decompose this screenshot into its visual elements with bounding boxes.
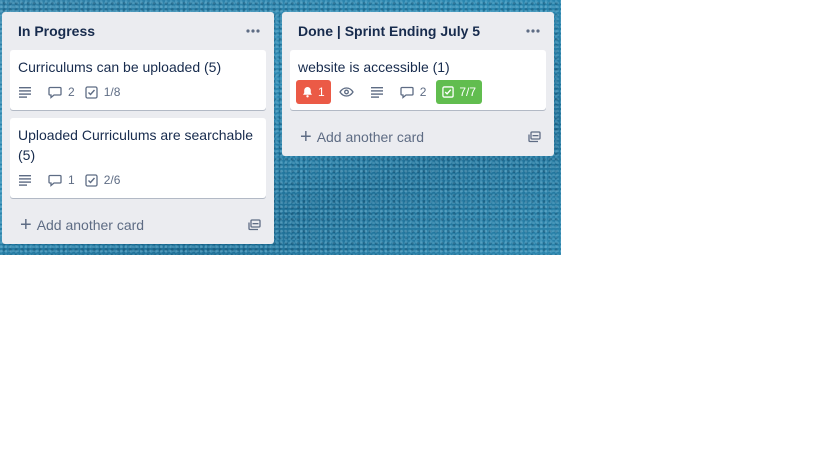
comment-icon (48, 174, 62, 187)
list-title[interactable]: In Progress (18, 23, 95, 39)
comment-icon (48, 86, 62, 99)
add-card-button[interactable]: + Add another card (20, 215, 144, 235)
checklist-icon (85, 85, 98, 99)
plus-icon: + (300, 126, 312, 148)
card-title: Uploaded Curriculums are searchable (5) (18, 127, 254, 163)
ellipsis-icon[interactable] (240, 18, 266, 44)
checklist-count: 7/7 (459, 85, 477, 99)
card[interactable]: website is accessible (1) 1 2 7/7 (290, 50, 546, 110)
comment-count: 2 (68, 85, 75, 99)
watching-badge (338, 87, 360, 97)
comments-badge: 2 (48, 84, 75, 100)
add-card-row: + Add another card (2, 206, 274, 244)
bell-icon (303, 87, 312, 98)
card-badges: 1 2/6 (18, 168, 258, 192)
card[interactable]: Uploaded Curriculums are searchable (5) … (10, 118, 266, 198)
card-template-icon[interactable] (246, 217, 262, 233)
checklist-badge: 2/6 (85, 172, 121, 188)
add-card-row: + Add another card (282, 118, 554, 156)
checklist-count: 1/8 (103, 85, 121, 99)
card-title: Curriculums can be uploaded (5) (18, 59, 222, 75)
description-badge (18, 86, 38, 98)
add-card-label: Add another card (36, 217, 145, 233)
eye-icon (338, 87, 354, 97)
notification-count: 1 (318, 85, 325, 99)
comment-count: 1 (68, 173, 75, 187)
card[interactable]: Curriculums can be uploaded (5) 2 1/8 (10, 50, 266, 110)
plus-icon: + (20, 214, 32, 236)
comments-badge: 2 (400, 84, 427, 100)
card-template-icon[interactable] (526, 129, 542, 145)
checklist-badge: 1/8 (85, 84, 121, 100)
card-badges: 2 1/8 (18, 80, 258, 104)
description-badge (370, 86, 390, 98)
card-badges: 1 2 7/7 (296, 80, 538, 104)
comment-count: 2 (419, 85, 427, 99)
list-header: In Progress (2, 12, 274, 50)
checklist-count: 2/6 (103, 173, 121, 187)
description-icon (19, 175, 31, 186)
comment-icon (400, 86, 414, 99)
ellipsis-icon[interactable] (520, 18, 546, 44)
list-header: Done | Sprint Ending July 5 (282, 12, 554, 50)
list-done: Done | Sprint Ending July 5 website is a… (282, 12, 554, 156)
card-title: website is accessible (1) (298, 59, 450, 75)
list-title[interactable]: Done | Sprint Ending July 5 (298, 23, 480, 39)
list-in-progress: In Progress Curriculums can be uploaded … (2, 12, 274, 244)
checklist-complete-badge: 7/7 (436, 80, 483, 104)
add-card-button[interactable]: + Add another card (300, 127, 424, 147)
add-card-label: Add another card (316, 129, 425, 145)
description-badge (18, 174, 38, 186)
description-icon (370, 87, 383, 98)
checklist-icon (85, 173, 98, 187)
description-icon (19, 87, 31, 98)
notification-badge: 1 (296, 80, 331, 104)
comments-badge: 1 (48, 172, 75, 188)
checklist-icon (442, 86, 455, 98)
